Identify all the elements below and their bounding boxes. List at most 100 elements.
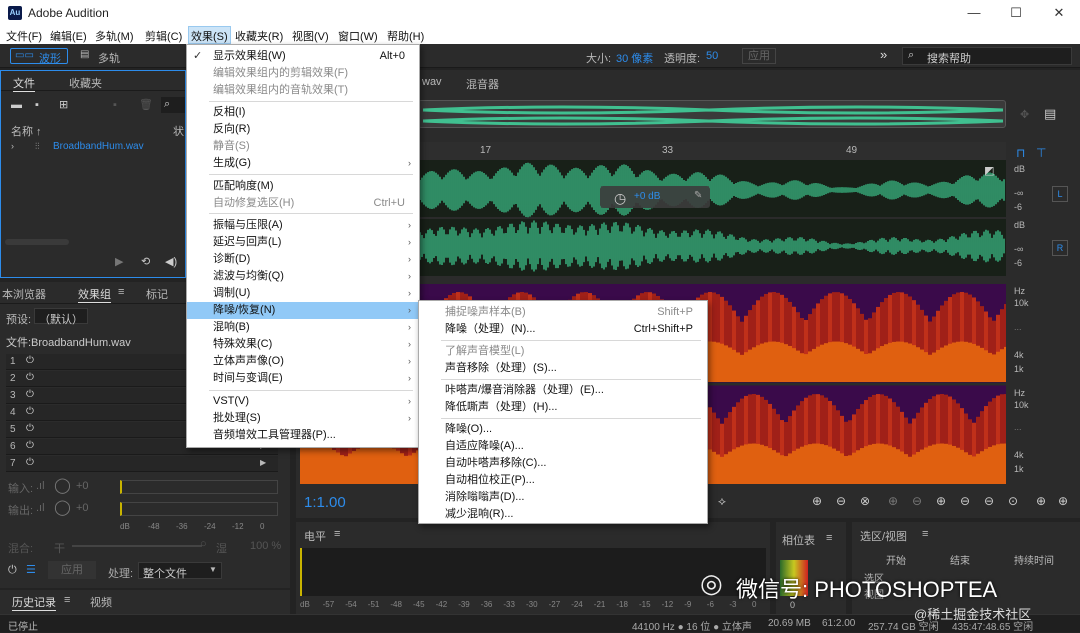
file-list-item[interactable]: BroadbandHum.wav — [53, 141, 144, 152]
preset-dropdown[interactable]: （默认） — [34, 308, 88, 326]
noise-menu-item[interactable]: 自动咔嗒声移除(C)... — [419, 455, 707, 472]
effects-menu-item[interactable]: 调制(U) › — [187, 285, 419, 302]
tab-video[interactable]: 视频 — [90, 594, 112, 610]
level-menu-icon[interactable]: ≡ — [334, 528, 340, 540]
menu-4[interactable]: 剪辑(C) — [145, 28, 182, 44]
tab-files[interactable]: 文件 — [13, 75, 35, 92]
marker-icon[interactable]: ⊤ — [1036, 146, 1046, 160]
menu-9[interactable]: 帮助(H) — [387, 28, 424, 44]
effects-menu-item[interactable]: 批处理(S) › — [187, 410, 419, 427]
effect-slot[interactable]: 7 ⏻ ▶ — [6, 456, 278, 472]
hud-knob[interactable]: ◷ — [614, 190, 626, 207]
zoom-in-amplitude-icon[interactable]: ⊕ — [812, 494, 822, 508]
input-gain-value[interactable]: +0 — [76, 480, 89, 492]
output-knob[interactable]: ◯ — [54, 498, 71, 516]
brush-size-value[interactable]: 30 像素 — [616, 50, 653, 66]
menu-7[interactable]: 视图(V) — [292, 28, 329, 44]
workspace-overflow-icon[interactable]: » — [880, 47, 887, 62]
effects-menu-item[interactable]: VST(V) › — [187, 393, 419, 410]
rack-power-icon[interactable]: ⏻ — [8, 564, 17, 577]
loop-icon[interactable]: ⟲ — [141, 255, 150, 268]
noise-menu-item[interactable]: 咔嗒声/爆音消除器（处理）(E)... — [419, 382, 707, 399]
noise-menu-item[interactable]: 自动相位校正(P)... — [419, 472, 707, 489]
close-button[interactable]: ✕ — [1048, 4, 1070, 22]
noise-menu-item[interactable]: 消除嗡嗡声(D)... — [419, 489, 707, 506]
zoom-in-right-icon[interactable]: ⊕ — [1058, 494, 1068, 508]
effects-menu-item[interactable]: ✓ 显示效果组(W) Alt+0 — [187, 48, 419, 65]
waveform-corner-icon[interactable]: ◩ — [984, 164, 994, 177]
multitrack-mode-button[interactable]: ▤ 多轨 — [76, 48, 134, 65]
zoom-out-full-icon[interactable]: ⊖ — [984, 494, 994, 508]
trim-icon[interactable]: ⟡ — [718, 494, 726, 509]
rack-list-icon[interactable]: ☰ — [26, 563, 36, 576]
effects-menu-item[interactable]: 混响(B) › — [187, 319, 419, 336]
search-help-field[interactable]: ⌕ 搜索帮助 — [902, 47, 1072, 65]
rack-apply-button[interactable]: 应用 — [48, 561, 96, 579]
zoom-out-playhead-icon[interactable]: ⊖ — [912, 494, 922, 508]
zoom-in-time-icon[interactable]: ⊕ — [936, 494, 946, 508]
import-icon[interactable]: ▪ — [35, 99, 39, 111]
mix-percent[interactable]: 100 % — [250, 540, 281, 552]
files-scrollbar[interactable] — [5, 239, 69, 245]
opacity-value[interactable]: 50 — [706, 50, 718, 62]
tab-effects-browser[interactable]: 本浏览器 — [2, 286, 46, 302]
menu-1[interactable]: 文件(F) — [6, 28, 42, 44]
panel-menu-icon[interactable]: ≡ — [118, 286, 124, 298]
effects-menu-item[interactable]: 反向(R) — [187, 121, 419, 138]
file-search-field[interactable]: ⌕ — [161, 97, 185, 113]
waveform-display[interactable]: ◷ +0 dB ✎ ◩ — [417, 160, 1006, 276]
minimize-button[interactable]: — — [963, 4, 985, 22]
output-gain-value[interactable]: +0 — [76, 502, 89, 514]
phase-menu-icon[interactable]: ≡ — [826, 532, 832, 544]
tab-editor-file[interactable]: wav — [422, 76, 442, 88]
time-ruler[interactable]: 17 33 49 — [418, 142, 1006, 160]
noise-menu-item[interactable]: 自适应降噪(A)... — [419, 438, 707, 455]
volume-icon[interactable]: ◀) — [165, 255, 177, 268]
mix-slider[interactable] — [72, 545, 202, 547]
column-status[interactable]: 状 — [173, 123, 184, 139]
effects-menu-item[interactable]: 立体声声像(O) › — [187, 353, 419, 370]
insert-icon[interactable]: ▪ — [113, 99, 117, 111]
noise-menu-item[interactable]: 减少混响(R)... — [419, 506, 707, 523]
channel-right-toggle[interactable]: R — [1052, 240, 1068, 256]
tab-effects-rack[interactable]: 效果组 — [78, 286, 111, 303]
zoom-nav-icon[interactable]: ✥ — [1020, 108, 1029, 121]
slot-power-icon[interactable]: ⏻ — [26, 440, 34, 451]
effects-menu-item[interactable]: 时间与变调(E) › — [187, 370, 419, 387]
noise-menu-item[interactable]: 声音移除（处理）(S)... — [419, 360, 707, 377]
open-folder-icon[interactable]: ▬ — [11, 99, 22, 111]
effects-menu-item[interactable]: 音频增效工具管理器(P)... — [187, 427, 419, 444]
slot-power-icon[interactable]: ⏻ — [26, 355, 34, 366]
slot-power-icon[interactable]: ⏻ — [26, 406, 34, 417]
slot-arrow-icon[interactable]: ▶ — [260, 458, 266, 467]
effects-menu-item[interactable]: 诊断(D) › — [187, 251, 419, 268]
menu-6[interactable]: 收藏夹(R) — [235, 28, 283, 44]
zoom-in-left-icon[interactable]: ⊕ — [1036, 494, 1046, 508]
tab-markers[interactable]: 标记 — [146, 286, 168, 302]
menu-2[interactable]: 编辑(E) — [50, 28, 87, 44]
mix-slider-handle[interactable]: ○ — [200, 538, 207, 550]
noise-menu-item[interactable]: 降噪（处理）(N)... Ctrl+Shift+P — [419, 321, 707, 338]
tab-mixer[interactable]: 混音器 — [466, 76, 499, 92]
effects-menu-item[interactable]: 振幅与压限(A) › — [187, 217, 419, 234]
zoom-reset-icon[interactable]: ⊗ — [860, 494, 870, 508]
slot-power-icon[interactable]: ⏻ — [26, 372, 34, 383]
expand-chevron-icon[interactable]: › — [11, 141, 14, 151]
zoom-in-playhead-icon[interactable]: ⊕ — [888, 494, 898, 508]
effects-menu-item[interactable]: 延迟与回声(L) › — [187, 234, 419, 251]
effects-menu-item[interactable]: 降噪/恢复(N) › — [187, 302, 419, 319]
slot-power-icon[interactable]: ⏻ — [26, 389, 34, 400]
snap-icon[interactable]: ⊓ — [1016, 146, 1025, 160]
maximize-button[interactable]: ☐ — [1005, 4, 1027, 22]
noise-menu-item[interactable]: 降低嘶声（处理）(H)... — [419, 399, 707, 416]
tab-history[interactable]: 历史记录 — [12, 594, 56, 611]
effects-menu-item[interactable]: 反相(I) — [187, 104, 419, 121]
overview-settings-icon[interactable]: ▤ — [1044, 106, 1056, 122]
slot-power-icon[interactable]: ⏻ — [26, 457, 34, 468]
menu-8[interactable]: 窗口(W) — [338, 28, 378, 44]
hud-volume-value[interactable]: +0 dB — [634, 191, 660, 202]
column-name[interactable]: 名称 ↑ — [11, 123, 42, 139]
hud-pin-icon[interactable]: ✎ — [694, 190, 702, 201]
slot-power-icon[interactable]: ⏻ — [26, 423, 34, 434]
zoom-selection-icon[interactable]: ⊙ — [1008, 494, 1018, 508]
